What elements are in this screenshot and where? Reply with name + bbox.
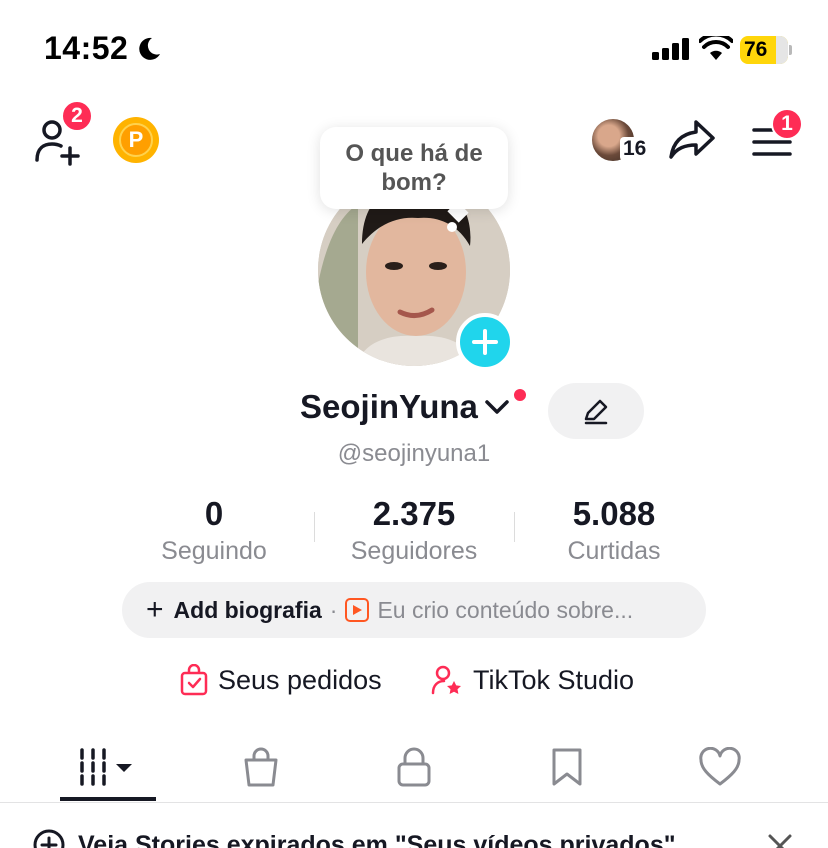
person-star-icon <box>431 665 461 695</box>
stories-banner[interactable]: Veja Stories expirados em "Seus vídeos p… <box>32 828 802 848</box>
stat-label: Curtidas <box>567 537 661 565</box>
bio-separator: · <box>329 596 338 623</box>
orders-label: Seus pedidos <box>218 664 382 695</box>
edit-profile-button[interactable] <box>548 383 644 439</box>
heart-icon <box>699 747 741 786</box>
stat-label: Seguidores <box>350 537 478 565</box>
shopping-bag-icon <box>244 747 278 787</box>
add-story-button[interactable] <box>456 313 514 371</box>
tab-private[interactable] <box>359 733 469 801</box>
orders-link[interactable]: Seus pedidos <box>180 664 382 696</box>
battery-level: 76 <box>744 38 768 61</box>
username-switcher[interactable]: SeojinYuna <box>300 388 510 426</box>
stat-value: 2.375 <box>372 495 456 532</box>
grid-filter-icon <box>80 748 132 786</box>
share-button[interactable] <box>666 116 718 164</box>
username: SeojinYuna <box>300 388 478 425</box>
lock-icon <box>397 747 431 787</box>
tiktok-studio-link[interactable]: TikTok Studio <box>431 664 634 696</box>
status-tooltip[interactable]: O que há de bom? <box>320 127 508 209</box>
stat-value: 5.088 <box>572 495 656 532</box>
visitor-count: 16 <box>620 137 650 161</box>
bio-suggestion: Eu crio conteúdo sobre... <box>377 596 634 623</box>
shopping-bag-check-icon <box>180 664 208 696</box>
bookmark-icon <box>552 748 582 786</box>
content-tabs <box>0 733 828 803</box>
wifi-icon <box>699 36 733 60</box>
stat-followers[interactable]: 2.375 Seguidores <box>314 494 514 568</box>
story-add-icon <box>33 829 65 848</box>
coin-button[interactable]: P <box>113 117 159 163</box>
battery-icon: 76 <box>740 36 792 64</box>
banner-text: Veja Stories expirados em "Seus vídeos p… <box>78 830 676 848</box>
add-bio-label: Add biografia <box>173 596 322 623</box>
tab-liked[interactable] <box>665 733 775 801</box>
stat-value: 0 <box>204 495 224 532</box>
active-tab-indicator <box>60 797 156 801</box>
notification-dot <box>512 387 528 403</box>
stat-label: Seguindo <box>161 537 267 565</box>
plus-icon: + <box>146 593 164 626</box>
chevron-down-icon <box>485 400 509 414</box>
tooltip-dot <box>447 222 457 232</box>
moon-icon <box>139 37 160 60</box>
signal-icon <box>652 38 689 60</box>
stat-likes[interactable]: 5.088 Curtidas <box>514 494 714 568</box>
close-icon[interactable] <box>764 830 796 848</box>
coin-icon: P <box>119 123 153 157</box>
friends-badge: 2 <box>61 100 93 132</box>
tab-shop[interactable] <box>206 733 316 801</box>
status-time: 14:52 <box>44 30 129 66</box>
play-icon <box>345 598 370 622</box>
add-bio-button[interactable]: + Add biografia · Eu crio conteúdo sobre… <box>122 582 706 638</box>
stat-following[interactable]: 0 Seguindo <box>114 494 314 568</box>
pencil-icon <box>584 399 608 425</box>
studio-label: TikTok Studio <box>473 664 635 695</box>
plus-icon <box>472 329 498 355</box>
profile-visitors-button[interactable]: 16 <box>590 117 650 165</box>
tab-saved[interactable] <box>512 733 622 801</box>
user-handle: @seojinyuna1 <box>337 440 491 467</box>
menu-badge: 1 <box>771 108 803 140</box>
share-icon <box>669 120 715 159</box>
tab-videos[interactable] <box>53 733 163 801</box>
